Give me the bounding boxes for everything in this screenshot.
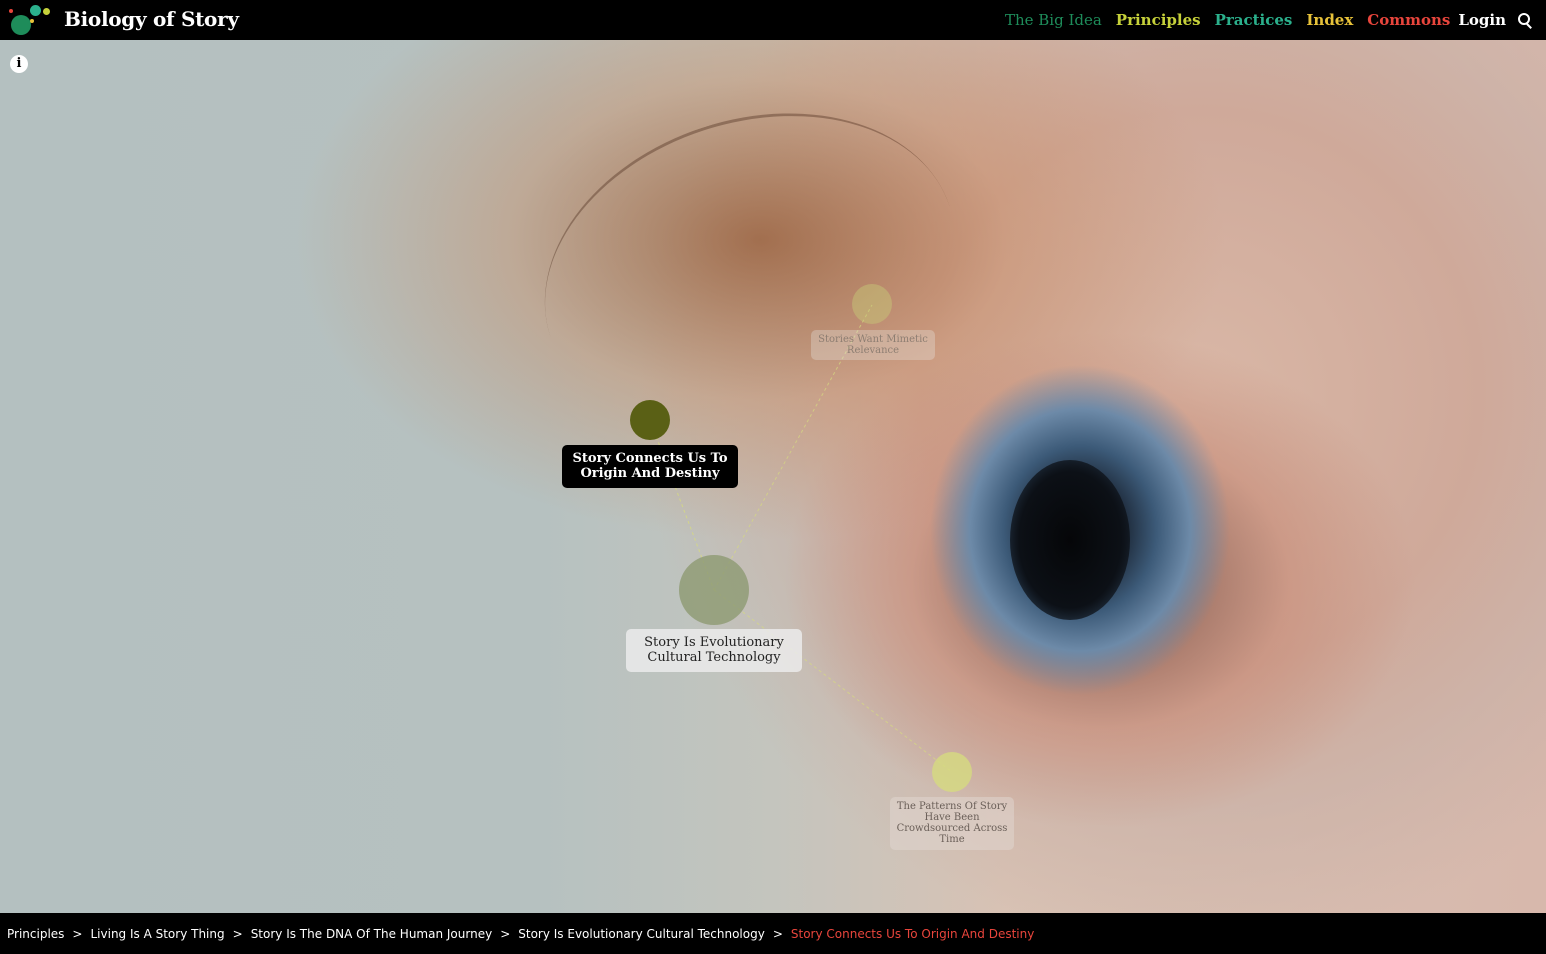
nav-the-big-idea[interactable]: The Big Idea: [1005, 11, 1102, 29]
breadcrumb-item-current: Story Connects Us To Origin And Destiny: [790, 926, 1035, 941]
graph-node-parent[interactable]: [679, 555, 749, 625]
story-map-canvas[interactable]: i Stories Want Mimetic Relevance Story C…: [0, 40, 1546, 913]
graph-node-current[interactable]: [630, 400, 670, 440]
graph-node-mimetic-relevance[interactable]: [852, 284, 892, 324]
graph-node-label-current[interactable]: Story Connects Us To Origin And Destiny: [562, 445, 738, 488]
breadcrumb-item-living-is-a-story-thing[interactable]: Living Is A Story Thing: [90, 927, 224, 941]
site-brand-title[interactable]: Biology of Story: [64, 7, 239, 31]
nav-principles[interactable]: Principles: [1116, 11, 1201, 29]
search-icon[interactable]: [1518, 13, 1532, 27]
breadcrumb-item-evolutionary-cultural-technology[interactable]: Story Is Evolutionary Cultural Technolog…: [518, 927, 765, 941]
main-nav: The Big Idea Principles Practices Index …: [1005, 0, 1532, 40]
nav-login[interactable]: Login: [1458, 11, 1506, 29]
graph-node-label-parent[interactable]: Story Is Evolutionary Cultural Technolog…: [626, 629, 802, 672]
breadcrumb-item-principles[interactable]: Principles: [7, 927, 64, 941]
link-parent-to-patterns: [713, 589, 953, 773]
graph-node-label-mimetic-relevance[interactable]: Stories Want Mimetic Relevance: [811, 330, 935, 360]
breadcrumb-separator: >: [500, 926, 511, 941]
graph-node-label-patterns[interactable]: The Patterns Of Story Have Been Crowdsou…: [890, 797, 1014, 850]
breadcrumb-separator: >: [72, 926, 83, 941]
breadcrumb-separator: >: [772, 926, 783, 941]
graph-links: [649, 304, 953, 773]
graph-node-patterns[interactable]: [932, 752, 972, 792]
breadcrumb-item-story-is-the-dna[interactable]: Story Is The DNA Of The Human Journey: [251, 927, 493, 941]
breadcrumb: Principles > Living Is A Story Thing > S…: [0, 913, 1546, 954]
nav-index[interactable]: Index: [1306, 11, 1353, 29]
logo-dots-icon[interactable]: [8, 3, 58, 37]
nav-practices[interactable]: Practices: [1215, 11, 1293, 29]
top-navigation-bar: Biology of Story The Big Idea Principles…: [0, 0, 1546, 40]
nav-commons[interactable]: Commons: [1367, 11, 1450, 29]
breadcrumb-separator: >: [232, 926, 243, 941]
